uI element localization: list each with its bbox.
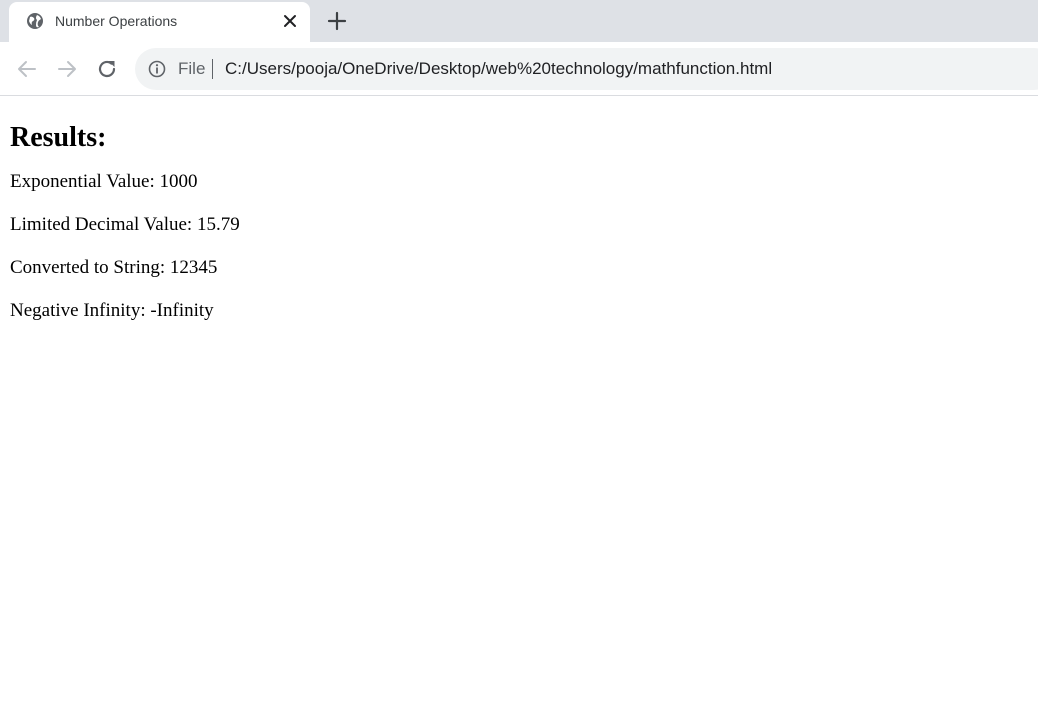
tab-number-operations[interactable]: Number Operations <box>9 2 310 42</box>
tab-strip: Number Operations <box>0 0 1038 42</box>
back-arrow-icon[interactable] <box>15 57 39 81</box>
address-bar[interactable]: File C:/Users/pooja/OneDrive/Desktop/web… <box>135 48 1038 90</box>
close-icon[interactable] <box>281 12 299 30</box>
result-exponential: Exponential Value: 1000 <box>10 171 198 192</box>
info-icon[interactable] <box>148 60 166 78</box>
scheme-label: File <box>178 59 206 78</box>
forward-arrow-icon[interactable] <box>55 57 79 81</box>
browser-toolbar: File C:/Users/pooja/OneDrive/Desktop/web… <box>0 42 1038 96</box>
result-negative-infinity: Negative Infinity: -Infinity <box>10 300 214 321</box>
page-heading: Results: <box>10 122 107 153</box>
plus-icon[interactable] <box>326 10 348 32</box>
result-limited-decimal: Limited Decimal Value: 15.79 <box>10 214 240 235</box>
tab-title: Number Operations <box>55 13 178 29</box>
page-content: Results: Exponential Value: 1000 Limited… <box>10 96 1010 322</box>
result-converted-string: Converted to String: 12345 <box>10 257 218 278</box>
reload-icon[interactable] <box>95 57 119 81</box>
globe-icon <box>27 13 43 29</box>
omnibox-divider <box>212 59 213 79</box>
url-text[interactable]: C:/Users/pooja/OneDrive/Desktop/web%20te… <box>225 59 772 79</box>
